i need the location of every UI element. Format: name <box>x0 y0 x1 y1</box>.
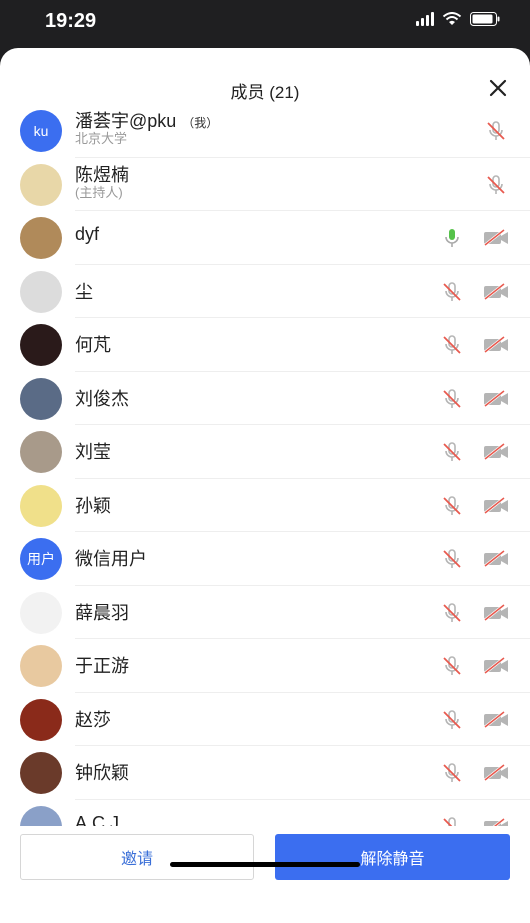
member-row[interactable]: 于正游 <box>0 639 530 693</box>
member-row[interactable]: dyf <box>0 211 530 265</box>
member-name: 钟欣颖 <box>75 759 129 785</box>
member-name-text: 刘莹 <box>75 442 111 462</box>
wifi-icon <box>442 12 462 25</box>
member-name-text: 孙颖 <box>75 495 111 516</box>
member-row[interactable]: 尘 <box>0 265 530 318</box>
member-name: 刘莹 <box>75 438 111 464</box>
microphone-muted-icon[interactable] <box>440 387 464 411</box>
invite-button[interactable]: 邀请 <box>20 834 254 880</box>
avatar: ku <box>20 110 62 152</box>
member-name: 于正游 <box>75 652 129 678</box>
microphone-muted-icon[interactable] <box>440 494 464 518</box>
avatar <box>20 377 62 420</box>
member-row[interactable]: 用户 微信用户 <box>0 532 530 586</box>
member-name-text: 何芃 <box>75 335 111 355</box>
member-name-text: 微信用户 <box>75 549 147 569</box>
member-name-text: 钟欣颖 <box>75 763 129 783</box>
camera-off-icon[interactable] <box>482 388 510 410</box>
avatar <box>20 805 62 826</box>
member-name: 何芃 <box>75 331 111 357</box>
avatar <box>20 645 62 687</box>
avatar <box>20 752 62 794</box>
member-row[interactable]: ku 潘荟宇@pku （我） 北京大学 <box>0 104 530 158</box>
microphone-muted-icon[interactable] <box>440 654 464 678</box>
avatar <box>20 591 62 634</box>
member-name-text: dyf <box>75 224 100 244</box>
member-name-text: A.C.J <box>75 812 120 827</box>
camera-off-icon[interactable] <box>482 548 510 570</box>
member-subtitle: (主持人) <box>75 184 123 200</box>
member-row[interactable]: A.C.J <box>0 800 530 827</box>
member-name-text: 赵莎 <box>75 709 111 730</box>
avatar <box>20 324 62 366</box>
member-list[interactable]: ku 潘荟宇@pku （我） 北京大学 陈煜楠 (主持人) dyf 尘何芃 刘俊杰 刘莹 孙颖 用户微… <box>0 104 530 826</box>
camera-off-icon[interactable] <box>482 602 510 624</box>
avatar <box>20 431 62 473</box>
camera-off-icon[interactable] <box>482 441 510 463</box>
microphone-muted-icon[interactable] <box>440 708 464 732</box>
status-icons <box>416 12 500 26</box>
page-title: 成员 (21) <box>230 83 300 102</box>
member-name: 薛晨羽 <box>75 599 129 625</box>
member-name: A.C.J <box>75 813 119 827</box>
camera-off-icon[interactable] <box>482 816 510 827</box>
member-name: 赵莎 <box>75 706 111 732</box>
avatar <box>20 484 62 527</box>
camera-off-icon[interactable] <box>482 227 510 249</box>
avatar <box>20 163 62 206</box>
member-row[interactable]: 薛晨羽 <box>0 586 530 639</box>
member-name: 刘俊杰 <box>75 385 129 411</box>
avatar <box>20 270 62 313</box>
camera-off-icon[interactable] <box>482 495 510 517</box>
member-tag: （我） <box>182 116 219 130</box>
microphone-muted-icon[interactable] <box>440 547 464 571</box>
member-row[interactable]: 孙颖 <box>0 479 530 532</box>
signal-icon <box>416 12 434 26</box>
camera-off-icon[interactable] <box>482 334 510 356</box>
member-name: 尘 <box>75 278 93 304</box>
unmute-button[interactable]: 解除静音 <box>275 834 510 880</box>
member-name-text: 于正游 <box>75 656 129 676</box>
member-name: dyf <box>75 224 99 245</box>
avatar <box>20 698 62 741</box>
member-row[interactable]: 刘俊杰 <box>0 372 530 425</box>
microphone-muted-icon[interactable] <box>440 601 464 625</box>
member-row[interactable]: 赵莎 <box>0 693 530 746</box>
member-row[interactable]: 钟欣颖 <box>0 746 530 800</box>
microphone-muted-icon[interactable] <box>440 280 464 304</box>
footer: 邀请 解除静音 <box>0 826 530 923</box>
battery-icon <box>470 12 500 26</box>
member-name: 孙颖 <box>75 492 111 518</box>
microphone-muted-icon[interactable] <box>484 173 508 197</box>
member-subtitle: 北京大学 <box>75 131 128 146</box>
microphone-muted-icon[interactable] <box>484 119 508 143</box>
microphone-on-icon[interactable] <box>440 226 464 250</box>
members-sheet: 成员 (21) ku 潘荟宇@pku （我） 北京大学 陈煜楠 (主持人) dyf 尘何芃 刘俊… <box>0 48 530 923</box>
sheet-header: 成员 (21) <box>0 48 530 104</box>
microphone-muted-icon[interactable] <box>440 333 464 357</box>
microphone-muted-icon[interactable] <box>440 815 464 827</box>
avatar: 用户 <box>20 538 62 580</box>
member-name-text: 薛晨羽 <box>75 602 129 623</box>
member-row[interactable]: 陈煜楠 (主持人) <box>0 158 530 211</box>
status-time: 19:29 <box>45 10 97 32</box>
status-bar: 19:29 <box>0 0 530 48</box>
close-icon[interactable] <box>488 78 508 98</box>
camera-off-icon[interactable] <box>482 655 510 677</box>
microphone-muted-icon[interactable] <box>440 761 464 785</box>
member-row[interactable]: 刘莹 <box>0 425 530 479</box>
microphone-muted-icon[interactable] <box>440 440 464 464</box>
member-row[interactable]: 何芃 <box>0 318 530 372</box>
camera-off-icon[interactable] <box>482 709 510 731</box>
member-name: 微信用户 <box>75 545 147 571</box>
avatar <box>20 217 62 259</box>
home-indicator <box>170 862 360 867</box>
member-name-text: 尘 <box>75 281 93 302</box>
member-name-text: 刘俊杰 <box>75 388 129 409</box>
camera-off-icon[interactable] <box>482 281 510 303</box>
camera-off-icon[interactable] <box>482 762 510 784</box>
